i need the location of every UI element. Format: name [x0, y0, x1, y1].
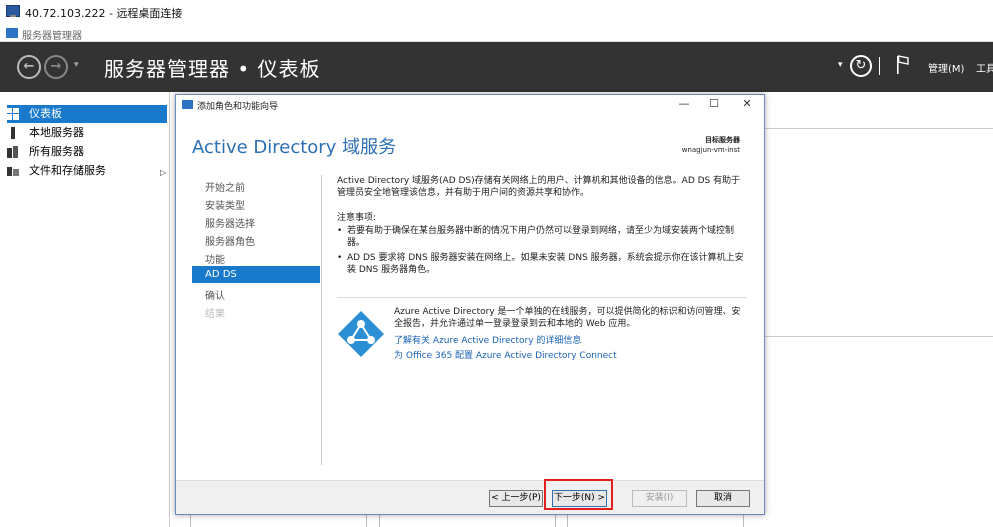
sidebar-item-label: 本地服务器 — [29, 126, 84, 139]
remote-desktop-icon — [6, 5, 20, 17]
rdp-title-bar: 40.72.103.222 - 远程桌面连接 — [0, 0, 993, 24]
bullet-icon: • — [337, 226, 343, 236]
header-divider — [879, 57, 880, 75]
azure-ad-connect-link[interactable]: 为 Office 365 配置 Azure Active Directory C… — [394, 348, 617, 361]
target-server-name: wnagjun-vm-inst — [681, 146, 740, 154]
wizard-app-icon — [182, 100, 193, 109]
forward-arrow-icon: → — [50, 59, 62, 74]
wizard-title-bar: 添加角色和功能向导 — ☐ ✕ — [176, 95, 764, 115]
note-item: • 若要有助于确保在某台服务器中断的情况下用户仍然可以登录到网络，请至少为域安装… — [337, 225, 747, 249]
servers-icon — [7, 146, 18, 158]
back-arrow-icon: ← — [23, 59, 35, 74]
minimize-button[interactable]: — — [676, 97, 692, 111]
add-roles-wizard-dialog: 添加角色和功能向导 — ☐ ✕ Active Directory 域服务 目标服… — [175, 94, 765, 515]
page-title: 服务器管理器 • 仪表板 — [104, 57, 321, 81]
sidebar-item-file-storage[interactable]: 文件和存储服务 — [7, 162, 167, 180]
target-server-label: 目标服务器 — [705, 136, 740, 144]
note-text: 若要有助于确保在某台服务器中断的情况下用户仍然可以登录到网络，请至少为域安装两个… — [347, 226, 735, 248]
azure-active-directory-icon — [338, 311, 384, 357]
sidebar: 仪表板 本地服务器 所有服务器 文件和存储服务 ▷ — [0, 92, 170, 527]
rdp-window-title: 40.72.103.222 - 远程桌面连接 — [25, 7, 183, 20]
dashboard-divider — [765, 128, 993, 129]
storage-icon — [7, 167, 19, 176]
next-button-highlight — [544, 479, 613, 510]
wizard-window-title: 添加角色和功能向导 — [197, 102, 279, 112]
sidebar-item-label: 文件和存储服务 — [29, 164, 106, 177]
notifications-flag-icon[interactable] — [896, 55, 910, 75]
wizard-step-features[interactable]: 功能 — [205, 251, 225, 266]
wizard-step-server-selection[interactable]: 服务器选择 — [205, 215, 255, 230]
refresh-dropdown-icon[interactable]: ▾ — [838, 60, 843, 70]
refresh-button[interactable]: ↻ — [850, 55, 872, 77]
dashboard-icon — [7, 108, 19, 120]
previous-button[interactable]: < 上一步(P) — [489, 490, 543, 507]
maximize-button[interactable]: ☐ — [706, 97, 722, 111]
forward-button[interactable]: → — [44, 55, 68, 79]
sidebar-item-dashboard[interactable]: 仪表板 — [7, 105, 167, 123]
app-header: ← → ▾ 服务器管理器 • 仪表板 ▾ ↻ 管理(M) 工具(T) — [0, 42, 993, 92]
wizard-step-divider — [321, 175, 322, 465]
notes-heading: 注意事项: — [337, 213, 377, 223]
close-button[interactable]: ✕ — [739, 97, 755, 111]
history-dropdown-icon[interactable]: ▾ — [74, 60, 79, 70]
install-button: 安装(I) — [632, 490, 687, 507]
app-title-bar: 服务器管理器 — [0, 24, 993, 42]
wizard-step-installation-type[interactable]: 安装类型 — [205, 197, 245, 212]
expand-arrow-icon[interactable]: ▷ — [160, 168, 166, 177]
wizard-step-confirmation[interactable]: 确认 — [205, 287, 225, 302]
wizard-heading: Active Directory 域服务 — [192, 137, 397, 158]
sidebar-item-label: 仪表板 — [29, 107, 62, 120]
server-manager-icon — [6, 28, 18, 38]
sidebar-item-label: 所有服务器 — [29, 145, 84, 158]
note-text: AD DS 要求将 DNS 服务器安装在网络上。如果未安装 DNS 服务器，系统… — [347, 253, 744, 275]
wizard-step-ad-ds[interactable]: AD DS — [192, 266, 320, 283]
wizard-footer: < 上一步(P) 下一步(N) > 安装(I) 取消 — [176, 480, 764, 514]
app-window-title: 服务器管理器 — [22, 31, 82, 42]
dashboard-divider — [765, 336, 993, 337]
back-button[interactable]: ← — [17, 55, 41, 79]
wizard-step-server-roles[interactable]: 服务器角色 — [205, 233, 255, 248]
ad-ds-description: Active Directory 域服务(AD DS)存储有关网络上的用户、计算… — [337, 176, 741, 198]
sidebar-item-all-servers[interactable]: 所有服务器 — [7, 143, 167, 161]
refresh-icon: ↻ — [855, 58, 867, 73]
note-item: • AD DS 要求将 DNS 服务器安装在网络上。如果未安装 DNS 服务器，… — [337, 252, 747, 276]
azure-description: Azure Active Directory 是一个单独的在线服务，可以提供简化… — [394, 307, 741, 329]
sidebar-item-local-server[interactable]: 本地服务器 — [7, 124, 167, 142]
wizard-step-results: 结果 — [205, 309, 225, 320]
cancel-button[interactable]: 取消 — [696, 490, 750, 507]
server-icon — [11, 127, 15, 139]
menu-tools[interactable]: 工具(T) — [976, 60, 993, 75]
menu-manage[interactable]: 管理(M) — [928, 60, 964, 75]
azure-learn-more-link[interactable]: 了解有关 Azure Active Directory 的详细信息 — [394, 333, 581, 346]
wizard-step-before-you-begin[interactable]: 开始之前 — [205, 179, 245, 194]
content-divider — [337, 297, 747, 298]
bullet-icon: • — [337, 253, 343, 263]
